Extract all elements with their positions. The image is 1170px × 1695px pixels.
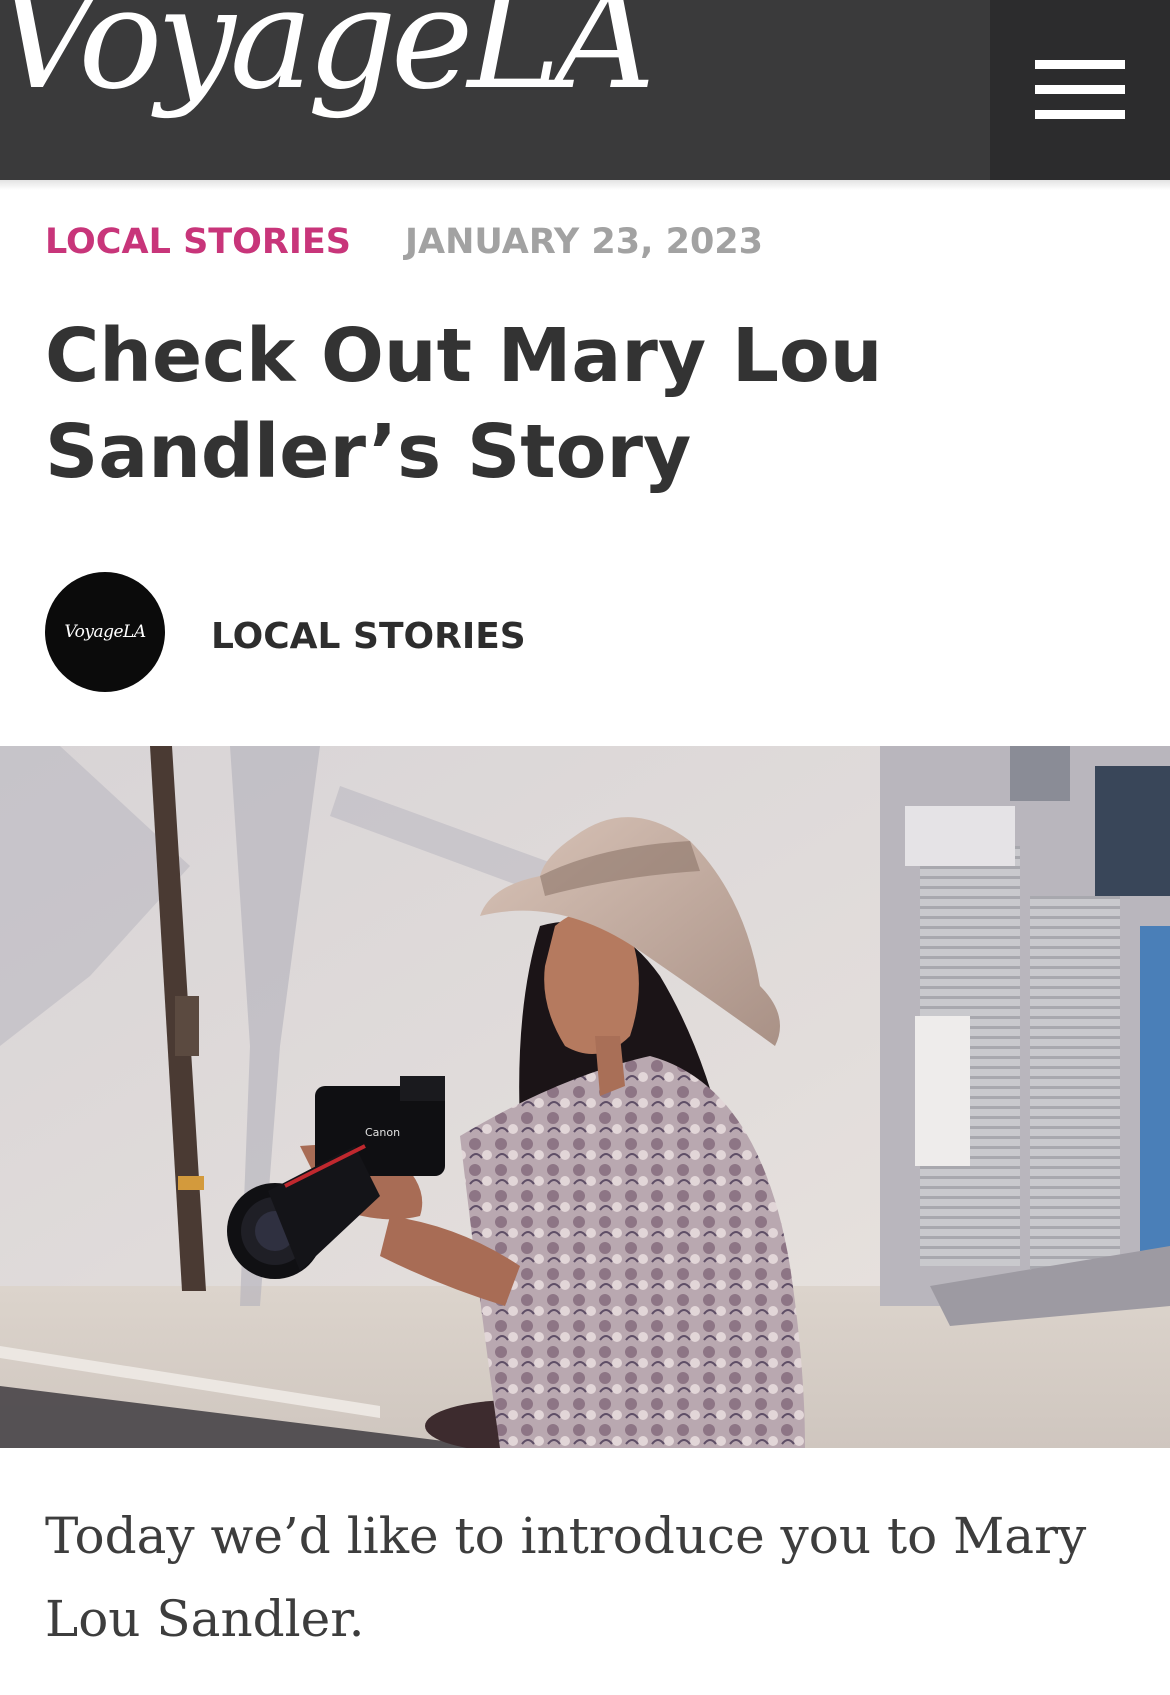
hamburger-menu-icon[interactable]	[1035, 60, 1125, 120]
svg-text:Canon: Canon	[365, 1126, 400, 1139]
site-header: VoyageLA	[0, 0, 1170, 180]
category-link[interactable]: LOCAL STORIES	[45, 220, 351, 265]
article-title: Check Out Mary Lou Sandler’s Story	[45, 313, 883, 495]
header-shadow	[0, 180, 1170, 190]
post-date: JANUARY 23, 2023	[405, 222, 763, 262]
article-intro: Today we’d like to introduce you to Mary…	[45, 1507, 1087, 1648]
author-avatar[interactable]: VoyageLA	[45, 572, 165, 692]
author-name[interactable]: LOCAL STORIES	[211, 614, 526, 659]
site-logo[interactable]: VoyageLA	[0, 0, 656, 110]
hero-image: Canon	[0, 746, 1170, 1448]
author-avatar-logo: VoyageLA	[64, 622, 146, 642]
menu-button[interactable]	[990, 0, 1170, 180]
